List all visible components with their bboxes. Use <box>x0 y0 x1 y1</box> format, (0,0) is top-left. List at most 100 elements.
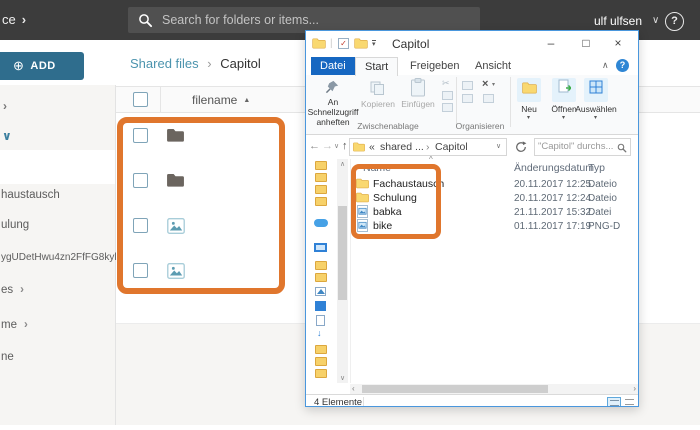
divider: | <box>330 38 333 49</box>
nav-folder-icon[interactable] <box>315 345 327 354</box>
forward-button[interactable]: → <box>322 140 333 152</box>
sidebar-item[interactable]: haustausch <box>1 189 60 201</box>
paste-button-label[interactable]: Einfügen <box>398 99 438 109</box>
breadcrumb-parent[interactable]: Shared files <box>130 56 199 71</box>
sidebar-collapse-chevron-icon[interactable]: › <box>3 99 7 113</box>
scroll-up-icon[interactable]: ∧ <box>337 160 348 168</box>
nav-folder-icon[interactable] <box>315 273 327 282</box>
onedrive-cloud-icon[interactable] <box>314 219 328 227</box>
sidebar-expand-chevron-icon[interactable]: ∨ <box>2 129 12 143</box>
new-folder-icon <box>521 82 537 94</box>
paste-shortcut-icon[interactable] <box>442 103 453 112</box>
customize-toolbar-icon[interactable]: ▾ <box>372 40 376 48</box>
up-button[interactable]: ↑ <box>342 140 348 152</box>
help-icon[interactable]: ? <box>665 12 684 31</box>
add-button[interactable]: ⊕ ADD <box>0 52 84 80</box>
desktop-icon[interactable] <box>315 301 326 311</box>
move-to-icon[interactable] <box>462 81 473 90</box>
ribbon-collapse-icon[interactable]: ∧ <box>602 60 609 71</box>
quick-access-folder-icon[interactable] <box>354 38 368 49</box>
pictures-icon[interactable] <box>315 287 326 296</box>
add-button-label: ADD <box>30 60 56 72</box>
path-current-segment[interactable]: Capitol <box>435 141 468 153</box>
tab-ansicht[interactable]: Ansicht <box>466 57 520 75</box>
maximize-button[interactable]: □ <box>573 32 599 54</box>
new-dropdown-icon[interactable]: ▾ <box>527 114 530 121</box>
nav-folder-icon[interactable] <box>315 369 327 378</box>
open-button[interactable] <box>552 78 576 102</box>
filename-header-label: filename <box>192 93 238 107</box>
details-view-button[interactable] <box>607 396 621 406</box>
scroll-right-icon[interactable]: › <box>633 384 636 394</box>
tab-start[interactable]: Start <box>355 57 399 76</box>
address-dropdown-icon[interactable]: ∨ <box>496 142 501 150</box>
large-icons-view-button[interactable] <box>623 397 637 407</box>
address-bar[interactable]: « shared ... › Capitol ∨ <box>349 138 507 156</box>
minimize-button[interactable]: – <box>538 32 564 54</box>
nav-folder-icon[interactable] <box>315 185 327 194</box>
select-button-label[interactable]: Auswählen <box>568 104 624 114</box>
recent-locations-dropdown-icon[interactable]: ∨ <box>334 142 339 150</box>
refresh-icon[interactable] <box>515 141 527 153</box>
copy-button-label[interactable]: Kopieren <box>358 99 398 109</box>
close-button[interactable]: × <box>605 32 631 54</box>
select-dropdown-icon[interactable]: ▾ <box>594 114 597 121</box>
explorer-help-icon[interactable]: ? <box>616 59 629 72</box>
select-all-checkbox[interactable] <box>133 92 148 107</box>
tab-datei[interactable]: Datei <box>311 57 355 75</box>
path-parent-segment[interactable]: shared ... <box>380 141 424 153</box>
nav-scrollbar[interactable]: ∧ ∨ <box>337 159 348 383</box>
copy-path-icon[interactable] <box>442 91 453 100</box>
filename-column-header[interactable]: filename ▲ <box>192 93 250 107</box>
rename-icon[interactable] <box>483 94 494 103</box>
sidebar-selected-item[interactable] <box>0 150 115 184</box>
pin-icon[interactable] <box>325 79 340 94</box>
nav-folder-icon[interactable] <box>315 161 327 170</box>
new-button[interactable] <box>517 78 541 102</box>
tab-freigeben[interactable]: Freigeben <box>401 57 469 75</box>
nav-folder-icon[interactable] <box>315 357 327 366</box>
explorer-file-date: 21.11.2017 15:32 <box>514 207 592 218</box>
open-dropdown-icon[interactable]: ▾ <box>562 114 565 121</box>
this-pc-icon[interactable] <box>314 243 327 252</box>
group-separator <box>510 77 511 127</box>
scroll-left-icon[interactable]: ‹ <box>352 384 355 394</box>
sidebar-item[interactable]: es › <box>1 284 24 296</box>
horizontal-scrollbar[interactable]: ‹ › <box>350 384 638 394</box>
column-header-date[interactable]: Änderungsdatum <box>514 162 594 174</box>
cut-icon[interactable]: ✂ <box>442 78 450 89</box>
explorer-window: | ✓ ▾ Capitol – □ × Datei Start Freigebe… <box>305 30 639 407</box>
chevron-down-icon[interactable]: ∨ <box>652 15 659 26</box>
sidebar-item[interactable]: me › <box>1 319 28 331</box>
item-count: 4 Elemente <box>314 397 363 407</box>
nav-folder-icon[interactable] <box>315 261 327 270</box>
path-chevron-icon[interactable]: › <box>426 141 430 153</box>
downloads-icon[interactable]: ↓ <box>317 328 322 338</box>
sidebar-item[interactable]: ne <box>1 351 14 363</box>
delete-dropdown-icon[interactable]: ▾ <box>492 81 495 88</box>
delete-icon[interactable]: × <box>482 78 488 90</box>
select-button[interactable] <box>584 78 608 102</box>
new-button-label[interactable]: Neu <box>509 104 549 114</box>
organize-group-label: Organisieren <box>455 121 505 131</box>
copy-icon[interactable] <box>370 81 385 95</box>
sidebar-item[interactable]: ulung <box>1 219 29 231</box>
nav-scrollbar-thumb[interactable] <box>338 206 347 300</box>
documents-icon[interactable] <box>316 315 325 326</box>
topbar-breadcrumb-partial[interactable]: ce › <box>2 12 26 27</box>
path-overflow-icon[interactable]: « <box>369 141 375 153</box>
column-sort-icon: ^ <box>429 155 433 164</box>
column-header-type[interactable]: Typ <box>588 162 605 174</box>
explorer-search-box[interactable]: "Capitol" durchs... <box>534 138 631 156</box>
column-divider <box>160 86 161 113</box>
back-button[interactable]: ← <box>309 140 320 152</box>
copy-to-icon[interactable] <box>462 94 473 103</box>
explorer-file-type: Dateio <box>588 193 617 204</box>
quick-access-check-icon[interactable]: ✓ <box>338 38 349 49</box>
nav-folder-icon[interactable] <box>315 197 327 206</box>
paste-icon[interactable] <box>410 78 426 97</box>
horizontal-scrollbar-thumb[interactable] <box>362 385 548 393</box>
user-menu[interactable]: ulf ulfsen <box>594 14 642 28</box>
scroll-down-icon[interactable]: ∨ <box>337 374 348 382</box>
nav-folder-icon[interactable] <box>315 173 327 182</box>
